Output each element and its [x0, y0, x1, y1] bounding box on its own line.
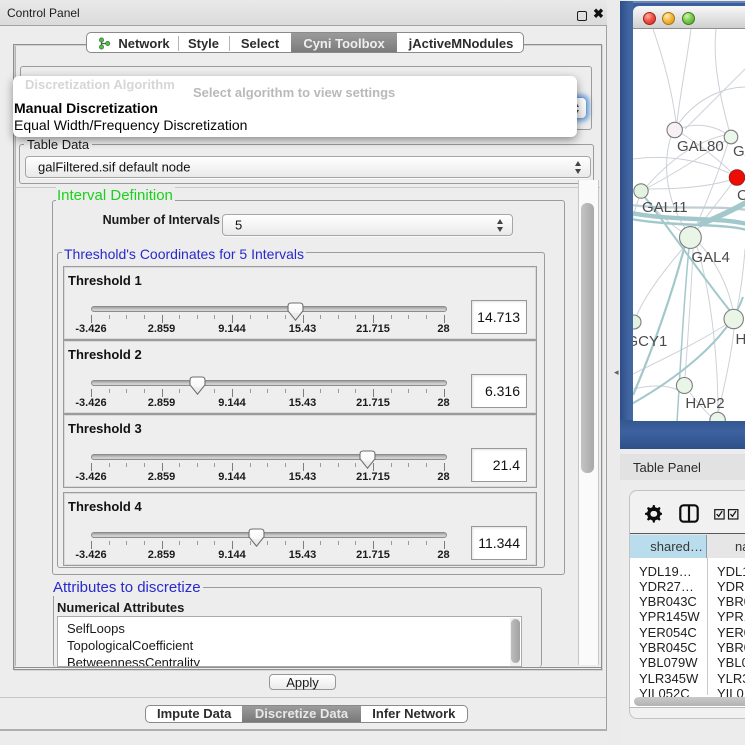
svg-text:GCY1: GCY1: [633, 333, 667, 350]
svg-text:GAL4: GAL4: [692, 249, 730, 266]
svg-text:HAP2: HAP2: [685, 395, 724, 412]
svg-text:GAL80: GAL80: [677, 138, 724, 155]
svg-text:GA: GA: [733, 143, 745, 160]
svg-text:C: C: [737, 187, 745, 204]
svg-text:GAL11: GAL11: [642, 199, 688, 216]
svg-text:HO: HO: [736, 331, 745, 348]
